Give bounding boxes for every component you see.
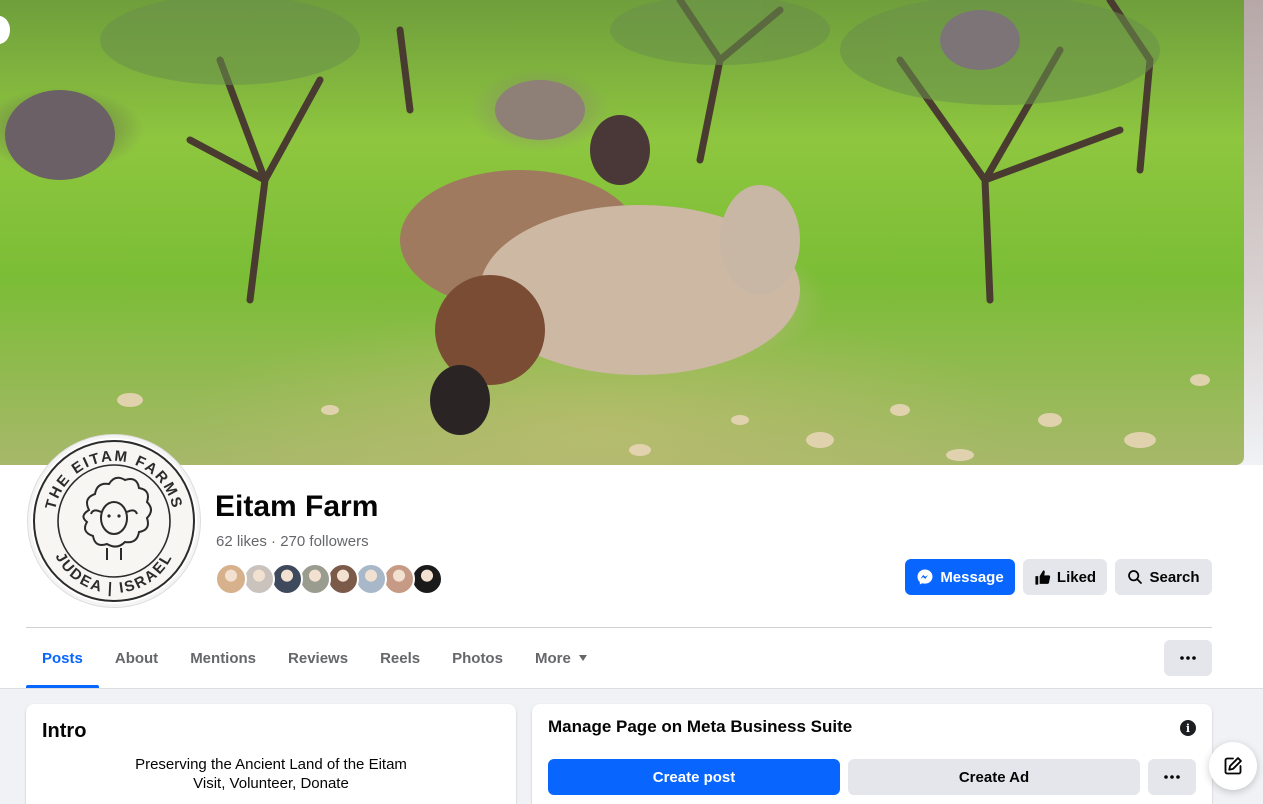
business-suite-more-button[interactable]: [1148, 759, 1196, 795]
tab-reviews[interactable]: Reviews: [272, 628, 364, 688]
message-button[interactable]: Message: [905, 559, 1015, 595]
intro-card: Intro Preserving the Ancient Land of the…: [26, 704, 516, 804]
tab-label: Photos: [452, 649, 503, 667]
page-stats: 62 likes · 270 followers: [216, 533, 369, 550]
friend-avatar[interactable]: [299, 563, 331, 595]
search-button[interactable]: Search: [1115, 559, 1212, 595]
tab-label: Posts: [42, 649, 83, 667]
cover-right-strip: [1244, 0, 1263, 465]
tab-label: Reels: [380, 649, 421, 667]
business-suite-title: Manage Page on Meta Business Suite: [548, 717, 853, 736]
intro-bio-line: Visit, Volunteer, Donate: [193, 775, 349, 792]
caret-down-icon: [578, 655, 587, 661]
tab-label: Mentions: [190, 649, 257, 667]
messenger-icon: [917, 569, 933, 585]
intro-title: Intro: [42, 720, 87, 742]
tab-reels[interactable]: Reels: [364, 628, 436, 688]
liked-button[interactable]: Liked: [1023, 559, 1107, 595]
create-ad-label: Create Ad: [958, 768, 1030, 786]
tab-about[interactable]: About: [99, 628, 174, 688]
friend-avatar[interactable]: [383, 563, 415, 595]
liked-button-label: Liked: [1056, 568, 1097, 586]
business-suite-card: Manage Page on Meta Business Suite i Cre…: [532, 704, 1212, 804]
search-icon: [1128, 570, 1143, 584]
cover-photo[interactable]: [0, 0, 1244, 465]
friend-avatar[interactable]: [215, 563, 247, 595]
tab-photos[interactable]: Photos: [436, 628, 519, 688]
page-tabs: Posts About Mentions Reviews Reels Photo…: [26, 628, 603, 688]
friend-avatar[interactable]: [327, 563, 359, 595]
eitam-farm-logo: THE EITAM FARMS JUDEA | ISRAEL: [33, 440, 195, 602]
create-post-button[interactable]: Create post: [548, 759, 840, 795]
likes-count[interactable]: 62 likes: [216, 533, 267, 550]
tab-mentions[interactable]: Mentions: [174, 628, 272, 688]
tab-label: About: [114, 649, 159, 667]
facebook-page: THE EITAM FARMS JUDEA | ISRAEL Eitam Far…: [0, 0, 1263, 804]
tab-more[interactable]: More: [519, 628, 603, 688]
create-post-label: Create post: [652, 768, 736, 786]
friend-avatar[interactable]: [243, 563, 275, 595]
search-button-label: Search: [1149, 568, 1200, 586]
page-options-button[interactable]: [1164, 640, 1212, 676]
stats-separator: ·: [271, 533, 277, 550]
create-ad-button[interactable]: Create Ad: [848, 759, 1140, 795]
friend-avatar[interactable]: [271, 563, 303, 595]
page-avatar[interactable]: THE EITAM FARMS JUDEA | ISRAEL: [28, 435, 200, 607]
message-button-label: Message: [940, 568, 1004, 586]
followers-count[interactable]: 270 followers: [280, 533, 368, 550]
tab-label: Reviews: [288, 649, 349, 667]
friend-avatar[interactable]: [355, 563, 387, 595]
ellipsis-icon: [1180, 656, 1196, 660]
intro-bio-line: Preserving the Ancient Land of the Eitam: [135, 756, 407, 773]
info-icon[interactable]: i: [1180, 720, 1196, 736]
tab-posts[interactable]: Posts: [26, 628, 99, 688]
page-title: Eitam Farm: [215, 490, 379, 523]
thumbs-up-icon: [1035, 569, 1051, 585]
ellipsis-icon: [1164, 775, 1180, 779]
cover-photo-scene: [5, 0, 1210, 461]
tab-label: More: [534, 649, 571, 667]
new-message-button[interactable]: [1209, 742, 1257, 790]
friend-avatar[interactable]: [411, 563, 443, 595]
compose-icon: [1224, 757, 1242, 775]
